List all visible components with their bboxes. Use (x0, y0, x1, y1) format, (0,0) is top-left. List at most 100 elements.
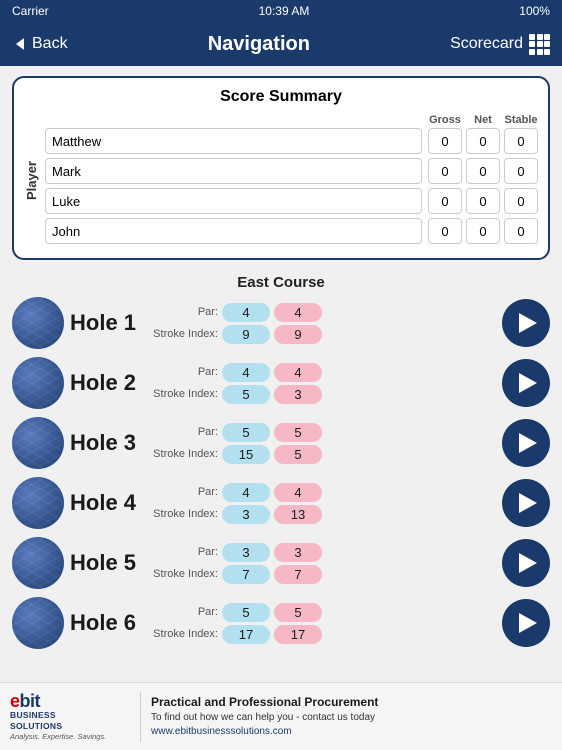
si-blue-0: 9 (222, 325, 270, 344)
si-label-0: Stroke Index: (146, 328, 218, 340)
si-label-4: Stroke Index: (146, 568, 218, 580)
scroll-area[interactable]: Score Summary Player Gross Net Stable (0, 66, 562, 682)
score-val-2-0: 0 (428, 188, 462, 214)
score-table-wrapper: Player Gross Net Stable 0 0 (24, 114, 538, 248)
si-pink-0: 9 (274, 325, 322, 344)
col-header-gross: Gross (428, 114, 462, 126)
score-table: Gross Net Stable 0 0 0 (45, 114, 538, 248)
par-blue-0: 4 (222, 303, 270, 322)
si-pink-2: 5 (274, 445, 322, 464)
page-title: Navigation (208, 33, 310, 56)
ad-logo-e: e (10, 691, 20, 711)
par-pink-0: 4 (274, 303, 322, 322)
back-label: Back (32, 35, 68, 53)
hole-ball-4 (12, 537, 64, 589)
score-val-2-2: 0 (504, 188, 538, 214)
player-name-input-0[interactable] (45, 128, 422, 154)
score-val-1-2: 0 (504, 158, 538, 184)
par-blue-3: 4 (222, 483, 270, 502)
par-pink-2: 5 (274, 423, 322, 442)
course-title: East Course (12, 274, 550, 291)
hole-si-row-5: Stroke Index: 17 17 (146, 625, 496, 644)
hole-info-3: Par: 4 4 Stroke Index: 3 13 (146, 483, 496, 524)
back-button[interactable]: Back (12, 35, 68, 53)
score-summary-card: Score Summary Player Gross Net Stable (12, 76, 550, 260)
par-pink-4: 3 (274, 543, 322, 562)
si-label-2: Stroke Index: (146, 448, 218, 460)
player-name-input-2[interactable] (45, 188, 422, 214)
ad-text: Practical and Professional Procurement T… (151, 694, 552, 739)
play-triangle-icon-3 (519, 493, 537, 513)
scorecard-button[interactable]: Scorecard (450, 34, 550, 55)
course-section: East Course Hole 1 Par: 4 4 Stroke Index… (0, 270, 562, 649)
hole-label-3: Hole 4 (70, 490, 140, 516)
ad-divider (140, 692, 141, 742)
ad-logo-tagline: Analysis. Expertise. Savings. (10, 732, 106, 741)
score-val-0-0: 0 (428, 128, 462, 154)
play-button-0[interactable] (502, 299, 550, 347)
hole-row-0: Hole 1 Par: 4 4 Stroke Index: 9 9 (12, 297, 550, 349)
par-blue-5: 5 (222, 603, 270, 622)
hole-si-row-2: Stroke Index: 15 5 (146, 445, 496, 464)
par-pink-1: 4 (274, 363, 322, 382)
hole-ball-3 (12, 477, 64, 529)
hole-label-0: Hole 1 (70, 310, 140, 336)
si-pink-5: 17 (274, 625, 322, 644)
play-button-4[interactable] (502, 539, 550, 587)
si-pink-3: 13 (274, 505, 322, 524)
hole-ball-5 (12, 597, 64, 649)
si-blue-2: 15 (222, 445, 270, 464)
hole-row-4: Hole 5 Par: 3 3 Stroke Index: 7 7 (12, 537, 550, 589)
hole-info-5: Par: 5 5 Stroke Index: 17 17 (146, 603, 496, 644)
hole-row-2: Hole 3 Par: 5 5 Stroke Index: 15 5 (12, 417, 550, 469)
par-pink-5: 5 (274, 603, 322, 622)
player-row-1: 0 0 0 (45, 158, 538, 184)
si-pink-1: 3 (274, 385, 322, 404)
ad-logo-main: eebitbit (10, 692, 40, 710)
hole-label-5: Hole 6 (70, 610, 140, 636)
hole-row-1: Hole 2 Par: 4 4 Stroke Index: 5 3 (12, 357, 550, 409)
ad-url: www.ebitbusinesssolutions.com (151, 725, 552, 739)
par-label-0: Par: (146, 306, 218, 318)
hole-si-row-0: Stroke Index: 9 9 (146, 325, 496, 344)
back-chevron-icon (12, 36, 28, 52)
hole-par-row-0: Par: 4 4 (146, 303, 496, 322)
ad-headline: Practical and Professional Procurement (151, 694, 552, 711)
col-header-net: Net (466, 114, 500, 126)
par-blue-2: 5 (222, 423, 270, 442)
play-button-3[interactable] (502, 479, 550, 527)
player-row-2: 0 0 0 (45, 188, 538, 214)
hole-si-row-3: Stroke Index: 3 13 (146, 505, 496, 524)
hole-si-row-1: Stroke Index: 5 3 (146, 385, 496, 404)
score-summary-title: Score Summary (24, 88, 538, 106)
par-blue-4: 3 (222, 543, 270, 562)
play-triangle-icon-4 (519, 553, 537, 573)
hole-ball-2 (12, 417, 64, 469)
hole-si-row-4: Stroke Index: 7 7 (146, 565, 496, 584)
par-blue-1: 4 (222, 363, 270, 382)
ad-logo-sub: BUSINESSSOLUTIONS (10, 710, 62, 730)
par-label-1: Par: (146, 366, 218, 378)
battery-text: 100% (519, 4, 550, 18)
par-label-5: Par: (146, 606, 218, 618)
col-header-stable: Stable (504, 114, 538, 126)
hole-ball-1 (12, 357, 64, 409)
player-name-input-1[interactable] (45, 158, 422, 184)
si-pink-4: 7 (274, 565, 322, 584)
si-blue-1: 5 (222, 385, 270, 404)
hole-info-0: Par: 4 4 Stroke Index: 9 9 (146, 303, 496, 344)
time-text: 10:39 AM (259, 4, 310, 18)
play-button-1[interactable] (502, 359, 550, 407)
hole-row-5: Hole 6 Par: 5 5 Stroke Index: 17 17 (12, 597, 550, 649)
player-row-0: 0 0 0 (45, 128, 538, 154)
player-name-input-3[interactable] (45, 218, 422, 244)
par-pink-3: 4 (274, 483, 322, 502)
hole-par-row-2: Par: 5 5 (146, 423, 496, 442)
play-button-2[interactable] (502, 419, 550, 467)
si-blue-4: 7 (222, 565, 270, 584)
scorecard-label: Scorecard (450, 35, 523, 53)
play-triangle-icon-1 (519, 373, 537, 393)
hole-par-row-5: Par: 5 5 (146, 603, 496, 622)
hole-ball-0 (12, 297, 64, 349)
play-button-5[interactable] (502, 599, 550, 647)
